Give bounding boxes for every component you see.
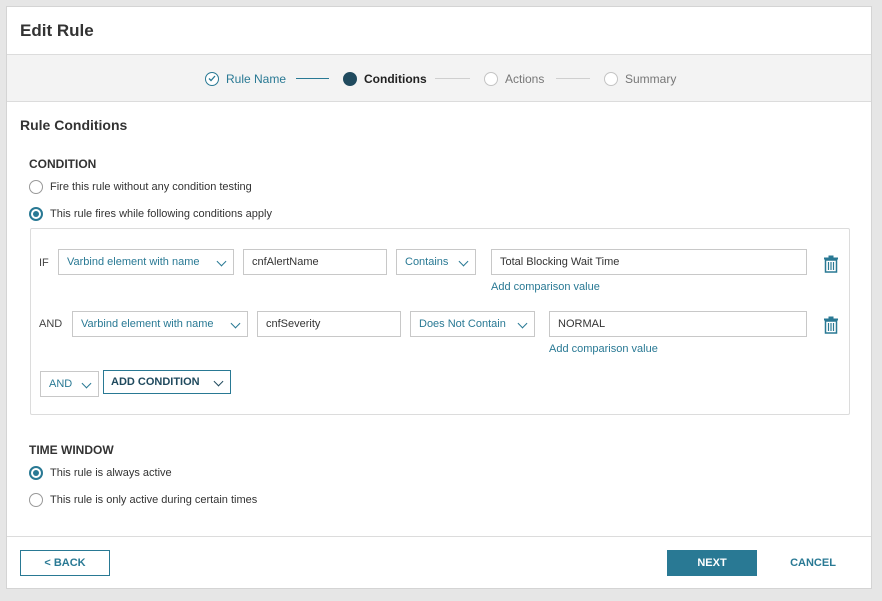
radio-always-active[interactable]: This rule is always active [29,466,172,480]
operator-select[interactable]: Does Not Contain [410,311,535,337]
cancel-button[interactable]: CANCEL [777,550,849,576]
time-window-heading: TIME WINDOW [29,443,114,457]
radio-certain-times[interactable]: This rule is only active during certain … [29,493,257,507]
operator-select[interactable]: Contains [396,249,476,275]
connector-label: IF [39,257,49,269]
edit-rule-dialog: Edit Rule Rule Name Conditions Actions S… [6,6,872,589]
add-comparison-link[interactable]: Add comparison value [549,343,658,355]
step-conditions[interactable]: Conditions [343,55,427,102]
logic-operator-select[interactable]: AND [40,371,99,397]
radio-label: Fire this rule without any condition tes… [50,181,252,193]
radio-label: This rule is always active [50,467,172,479]
filled-circle-icon [343,71,357,86]
conditions-box: IF Varbind element with name cnfAlertNam… [30,228,850,415]
radio-icon[interactable] [29,493,43,507]
step-connector [435,78,470,79]
chevron-down-icon [81,378,92,389]
radio-icon[interactable] [29,207,43,221]
button-label: ADD CONDITION [111,376,200,388]
chevron-down-icon [458,256,469,267]
chevron-down-icon [230,318,241,329]
input-value: cnfSeverity [266,318,321,330]
input-value: cnfAlertName [252,256,319,268]
add-comparison-link[interactable]: Add comparison value [491,281,600,293]
radio-label: This rule fires while following conditio… [50,208,272,220]
step-connector [296,78,329,79]
step-summary[interactable]: Summary [604,55,676,102]
empty-circle-icon [604,71,618,86]
section-title: Rule Conditions [20,117,128,133]
step-connector [556,78,590,79]
step-rule-name[interactable]: Rule Name [205,55,286,102]
dialog-footer: < BACK NEXT CANCEL [7,536,871,589]
back-button[interactable]: < BACK [20,550,110,576]
step-label: Conditions [364,71,427,86]
step-label: Summary [625,71,677,86]
radio-with-conditions[interactable]: This rule fires while following conditio… [29,207,272,221]
chevron-down-icon [216,256,227,267]
chevron-down-icon [213,376,224,387]
condition-heading: CONDITION [29,157,97,171]
check-circle-icon [205,71,219,86]
comparison-value-input[interactable]: NORMAL [549,311,807,337]
element-name-input[interactable]: cnfSeverity [257,311,401,337]
wizard-stepper: Rule Name Conditions Actions Summary [7,55,871,102]
empty-circle-icon [484,71,498,86]
radio-label: This rule is only active during certain … [50,494,258,506]
dialog-title: Edit Rule [20,20,94,40]
add-condition-button[interactable]: ADD CONDITION [103,370,231,394]
radio-no-condition[interactable]: Fire this rule without any condition tes… [29,180,252,194]
select-value: Varbind element with name [81,318,214,330]
next-button[interactable]: NEXT [667,550,757,576]
step-label: Actions [505,71,545,86]
dialog-header: Edit Rule [7,7,871,55]
select-value: AND [49,378,73,390]
radio-icon[interactable] [29,180,43,194]
comparison-value-input[interactable]: Total Blocking Wait Time [491,249,807,275]
radio-icon[interactable] [29,466,43,480]
input-value: Total Blocking Wait Time [500,256,620,268]
step-actions[interactable]: Actions [484,55,544,102]
select-value: Contains [405,256,449,268]
element-type-select[interactable]: Varbind element with name [72,311,248,337]
select-value: Varbind element with name [67,256,200,268]
element-name-input[interactable]: cnfAlertName [243,249,387,275]
connector-label: AND [39,318,63,330]
select-value: Does Not Contain [419,318,506,330]
trash-icon[interactable] [823,255,839,273]
trash-icon[interactable] [823,316,839,334]
step-label: Rule Name [226,71,287,86]
element-type-select[interactable]: Varbind element with name [58,249,234,275]
input-value: NORMAL [558,318,606,330]
chevron-down-icon [517,318,528,329]
